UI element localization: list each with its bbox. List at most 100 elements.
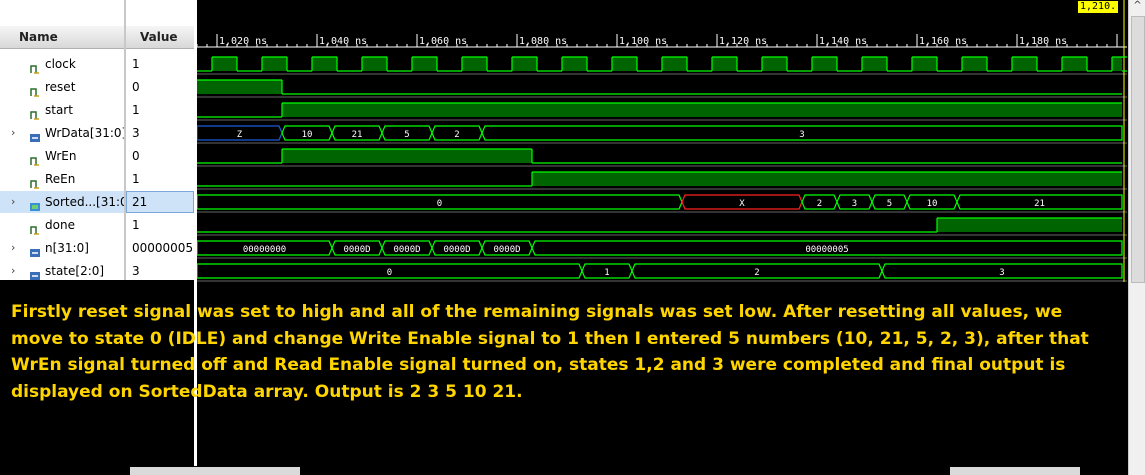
n-value-label: 0000D (343, 245, 370, 255)
signal-name: n[31:0] (45, 241, 89, 255)
n-value-label: 0000D (493, 245, 520, 255)
signal-row-wren[interactable]: WrEn (0, 145, 124, 167)
sorted-value-label: X (739, 199, 745, 209)
signal-row-wrdata[interactable]: › WrData[31:0] (0, 122, 127, 144)
reen-high (532, 172, 1122, 186)
name-pane-scroll-thumb[interactable] (130, 467, 300, 475)
bus-signal-icon (30, 243, 40, 257)
done-high (937, 218, 1122, 232)
state-value-label: 0 (387, 268, 392, 278)
signal-value: 0 (132, 80, 140, 94)
wave-pane-scroll-thumb[interactable] (950, 467, 1080, 475)
bit-signal-icon (30, 82, 40, 97)
clock-high (1062, 57, 1087, 71)
clock-high (462, 57, 487, 71)
state-value-label: 2 (754, 268, 759, 278)
signal-value: 3 (132, 264, 140, 278)
n-value-label: 00000005 (805, 245, 848, 255)
signal-value: 1 (132, 57, 140, 71)
clock-high (762, 57, 787, 71)
signal-row-n[interactable]: › n[31:0] (0, 237, 124, 259)
clock-high (962, 57, 987, 71)
sorted-value-label: 2 (817, 199, 822, 209)
wrdata-value-label: Z (237, 130, 243, 140)
signal-row-clock[interactable]: clock (0, 53, 124, 75)
scrollbar-thumb[interactable] (1131, 16, 1145, 283)
clock-high (562, 57, 587, 71)
clock-high (1112, 57, 1122, 71)
horizontal-scrollbar[interactable] (120, 466, 1120, 475)
signal-name: start (45, 103, 73, 117)
bit-signal-icon (30, 59, 40, 74)
time-tick-label: 1,140 ns (819, 36, 867, 47)
signal-row-done[interactable]: done (0, 214, 124, 236)
clock-high (212, 57, 237, 71)
signal-name: WrData[31:0] (45, 126, 127, 140)
bus-signal-icon (30, 128, 40, 142)
sorted-value-label: 10 (927, 199, 938, 209)
signal-row-reset[interactable]: reset (0, 76, 124, 98)
signal-row-state[interactable]: › state[2:0] (0, 260, 124, 282)
n-value-label: 00000000 (243, 245, 286, 255)
scroll-up-icon[interactable]: ^ (1129, 0, 1145, 14)
wrdata-value-label: 2 (454, 130, 459, 140)
clock-high (612, 57, 637, 71)
clock-high (262, 57, 287, 71)
vertical-scrollbar[interactable]: ^ (1128, 0, 1145, 475)
state-value-label: 3 (999, 268, 1004, 278)
bus-signal-icon (30, 266, 40, 280)
expand-chevron-icon[interactable]: › (11, 191, 15, 213)
clock-high (862, 57, 887, 71)
signal-name: clock (45, 57, 76, 71)
clock-high (662, 57, 687, 71)
signal-name: reset (45, 80, 76, 94)
bus-array-icon (30, 197, 40, 211)
bit-signal-icon (30, 105, 40, 120)
description-text: Firstly reset signal was set to high and… (11, 302, 1089, 402)
sorted-value-label: 21 (1034, 199, 1045, 209)
wren-high (282, 149, 532, 163)
waveform-panel[interactable]: 1,020 ns 1,040 ns 1,060 ns 1,080 ns 1,100 ns… (197, 0, 1127, 282)
wrdata-value-label: 3 (799, 130, 804, 140)
signal-row-reen[interactable]: ReEn (0, 168, 124, 190)
clock-high (912, 57, 937, 71)
wrdata-value-label: 21 (352, 130, 363, 140)
signal-value-panel: Value 1 0 1 3 0 1 21 1 00000005 3 (126, 0, 194, 280)
clock-high (1012, 57, 1037, 71)
signal-value: 1 (132, 218, 140, 232)
clock-high (712, 57, 737, 71)
clock-high (412, 57, 437, 71)
sorted-value-label: 5 (887, 199, 892, 209)
signal-name: done (45, 218, 75, 232)
time-tick-label: 1,040 ns (319, 36, 367, 47)
time-tick-label: 1,120 ns (719, 36, 767, 47)
bit-signal-icon (30, 151, 40, 166)
time-tick-label: 1,060 ns (419, 36, 467, 47)
bit-signal-icon (30, 174, 40, 189)
signal-name: Sorted...[31:0] (45, 195, 133, 209)
value-column-header[interactable]: Value (126, 26, 194, 49)
signal-value: 3 (132, 126, 140, 140)
signal-value: 00000005 (132, 241, 194, 255)
signal-value: 0 (132, 149, 140, 163)
signal-row-start[interactable]: start (0, 99, 124, 121)
name-column-header[interactable]: Name (0, 26, 124, 49)
cursor-time-label: 1,210. (1078, 1, 1119, 13)
n-value-label: 0000D (443, 245, 470, 255)
wrdata-value-label: 5 (404, 130, 409, 140)
signal-row-sorted[interactable]: › Sorted...[31:0] (0, 191, 132, 213)
expand-chevron-icon[interactable]: › (11, 260, 15, 282)
signal-name: WrEn (45, 149, 77, 163)
start-high (282, 103, 1122, 117)
clock-high (362, 57, 387, 71)
time-tick-label: 1,100 ns (619, 36, 667, 47)
time-tick-label: 1,180 ns (1019, 36, 1067, 47)
time-tick-label: 1,160 ns (919, 36, 967, 47)
bit-signal-icon (30, 220, 40, 235)
sorted-value-label: 3 (852, 199, 857, 209)
expand-chevron-icon[interactable]: › (11, 122, 15, 144)
sorted-value-label: 0 (437, 199, 442, 209)
signal-name-panel: Name clock reset start › WrData[31:0] WrEn ReE… (0, 0, 132, 282)
expand-chevron-icon[interactable]: › (11, 237, 15, 259)
wrdata-value-label: 10 (302, 130, 313, 140)
